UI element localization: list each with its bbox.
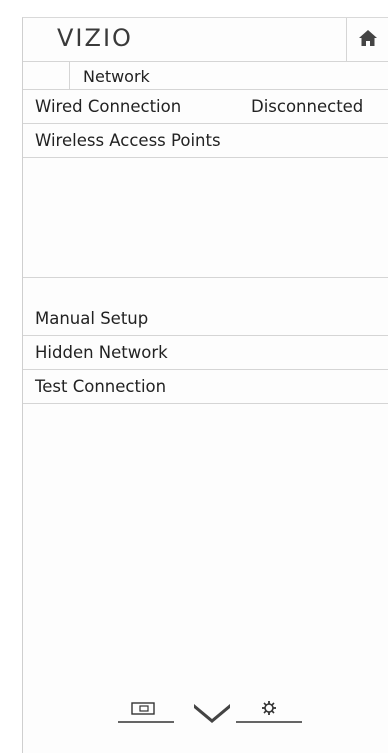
vizio-v-button[interactable] [192, 700, 232, 728]
back-button[interactable] [23, 62, 70, 89]
vizio-logo: VIZIO [57, 24, 133, 52]
wired-connection-status: Disconnected [251, 97, 364, 116]
wireless-access-points-label: Wireless Access Points [35, 131, 221, 150]
test-connection-label: Test Connection [35, 377, 167, 396]
breadcrumb: Network [23, 62, 388, 90]
page-title: Network [83, 67, 150, 86]
menu-item-wireless-access-points[interactable]: Wireless Access Points [23, 124, 388, 158]
settings-gear-icon [236, 701, 302, 723]
menu-header: VIZIO [23, 18, 388, 62]
chevron-down-icon [194, 704, 230, 723]
settings-panel: VIZIO Network Wired Connection Disconnec… [22, 17, 388, 753]
home-button[interactable] [346, 18, 388, 61]
wireless-networks-list [23, 158, 388, 278]
menu-item-hidden-network[interactable]: Hidden Network [23, 336, 388, 370]
picture-button[interactable] [118, 700, 174, 734]
menu-item-test-connection[interactable]: Test Connection [23, 370, 388, 404]
wired-connection-label: Wired Connection [35, 97, 182, 116]
footer-toolbar [118, 700, 308, 740]
home-icon [358, 28, 378, 52]
menu-item-manual-setup[interactable]: Manual Setup [23, 302, 388, 336]
hidden-network-label: Hidden Network [35, 343, 168, 362]
picture-icon [118, 702, 174, 723]
menu-item-wired-connection[interactable]: Wired Connection Disconnected [23, 90, 388, 124]
settings-button[interactable] [236, 700, 302, 734]
manual-setup-label: Manual Setup [35, 309, 149, 328]
